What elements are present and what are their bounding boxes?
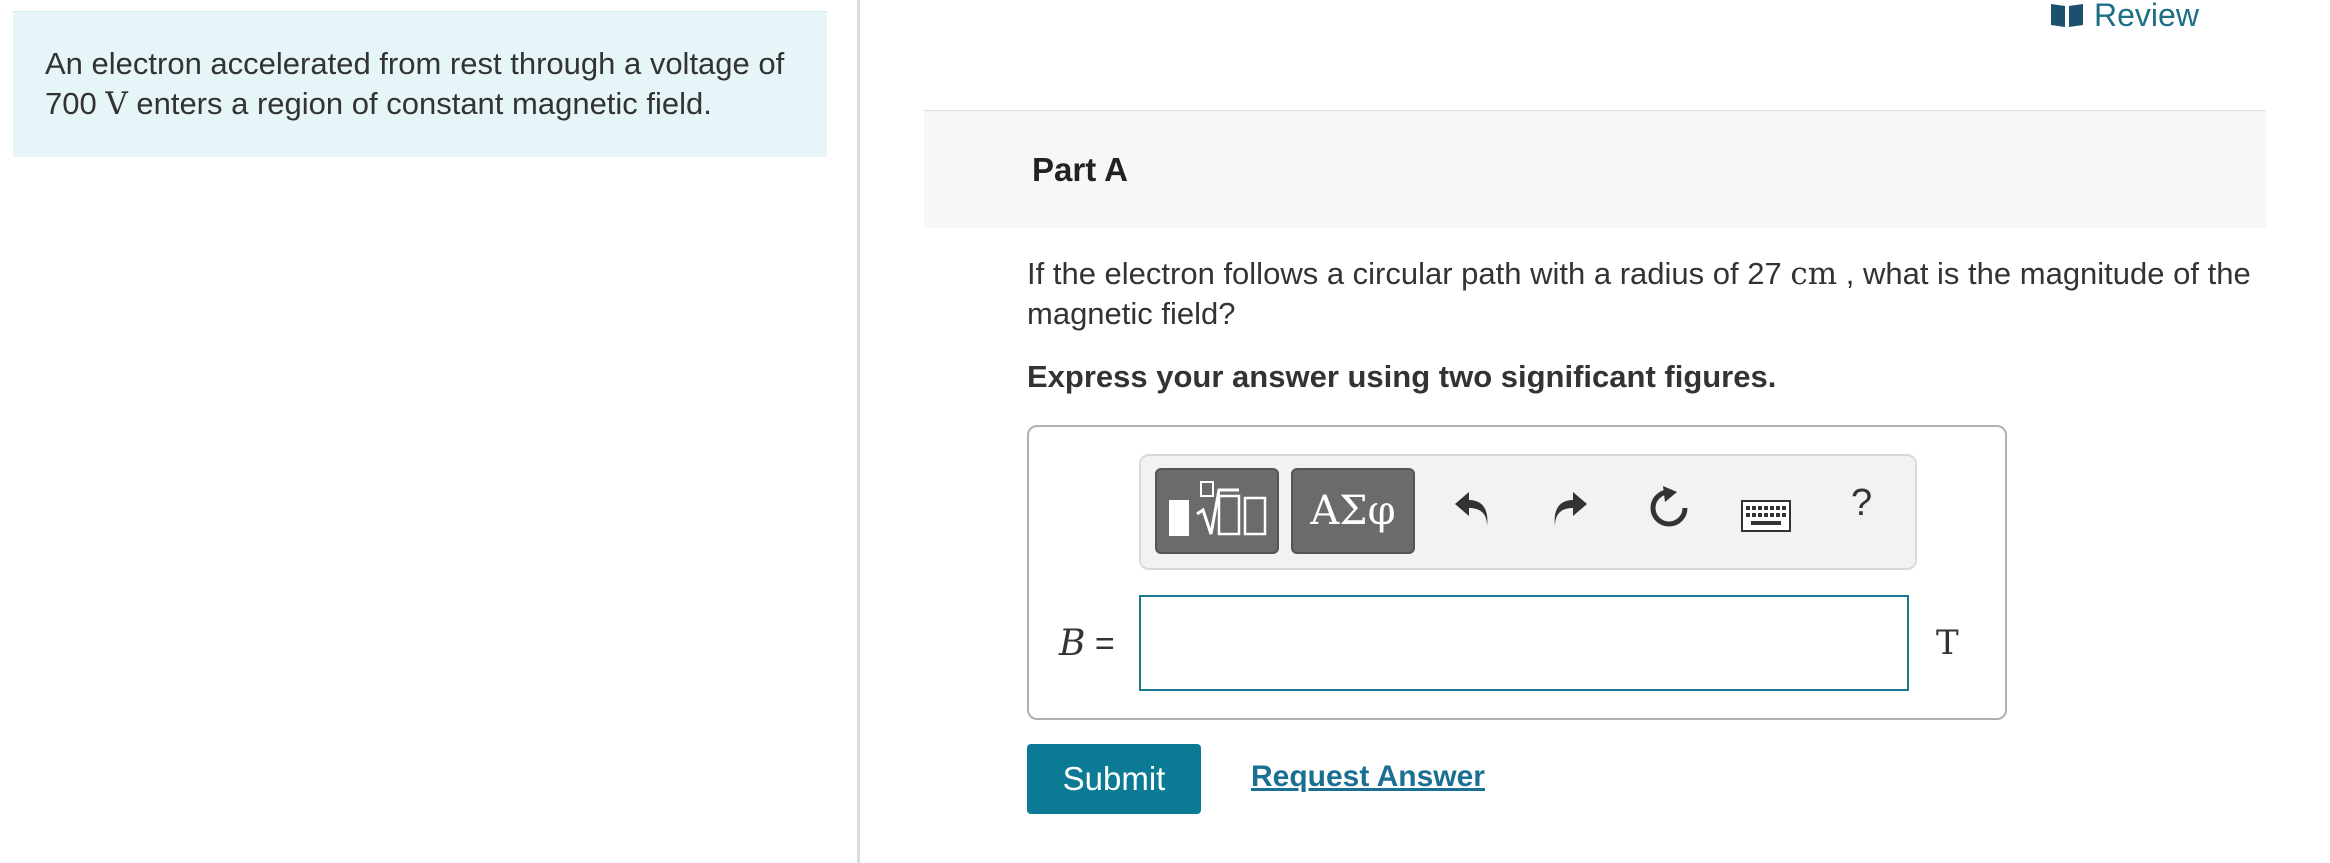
templates-icon: [1169, 481, 1267, 536]
question-text-start: If the electron follows a circular path …: [1027, 256, 1791, 291]
equals-sign: =: [1094, 625, 1115, 663]
problem-statement-panel: An electron accelerated from rest throug…: [13, 11, 827, 157]
review-link[interactable]: Review: [2050, 0, 2199, 33]
keyboard-icon[interactable]: [1741, 500, 1791, 532]
book-icon: [2051, 4, 2083, 27]
request-answer-link[interactable]: Request Answer: [1251, 760, 1485, 794]
answer-area: ΑΣφ ? B = T: [1027, 425, 2007, 720]
redo-icon[interactable]: [1549, 486, 1589, 530]
answer-instruction: Express your answer using two significan…: [1027, 359, 1777, 394]
problem-text-end: enters a region of constant magnetic fie…: [127, 86, 712, 121]
answer-unit: T: [1936, 623, 1959, 663]
undo-icon[interactable]: [1453, 486, 1493, 530]
part-title: Part A: [1032, 151, 1128, 188]
math-toolbar: ΑΣφ ?: [1139, 454, 1917, 570]
question-text: If the electron follows a circular path …: [1027, 254, 2277, 334]
problem-voltage-unit: V: [105, 86, 128, 122]
question-radius-unit: cm: [1790, 256, 1838, 292]
answer-variable-label: B =: [1059, 623, 1115, 664]
problem-statement: An electron accelerated from rest throug…: [45, 44, 815, 124]
symbols-button[interactable]: ΑΣφ: [1291, 468, 1415, 554]
templates-button[interactable]: [1155, 468, 1279, 554]
help-button[interactable]: ?: [1851, 482, 1872, 525]
answer-input[interactable]: [1139, 595, 1909, 691]
answer-variable: B: [1059, 623, 1086, 664]
panel-divider: [857, 0, 860, 863]
review-label: Review: [2094, 0, 2199, 33]
submit-button[interactable]: Submit: [1027, 744, 1201, 814]
reset-icon[interactable]: [1647, 486, 1691, 530]
symbols-label: ΑΣφ: [1310, 488, 1396, 534]
part-a-header[interactable]: Part A: [924, 110, 2266, 228]
